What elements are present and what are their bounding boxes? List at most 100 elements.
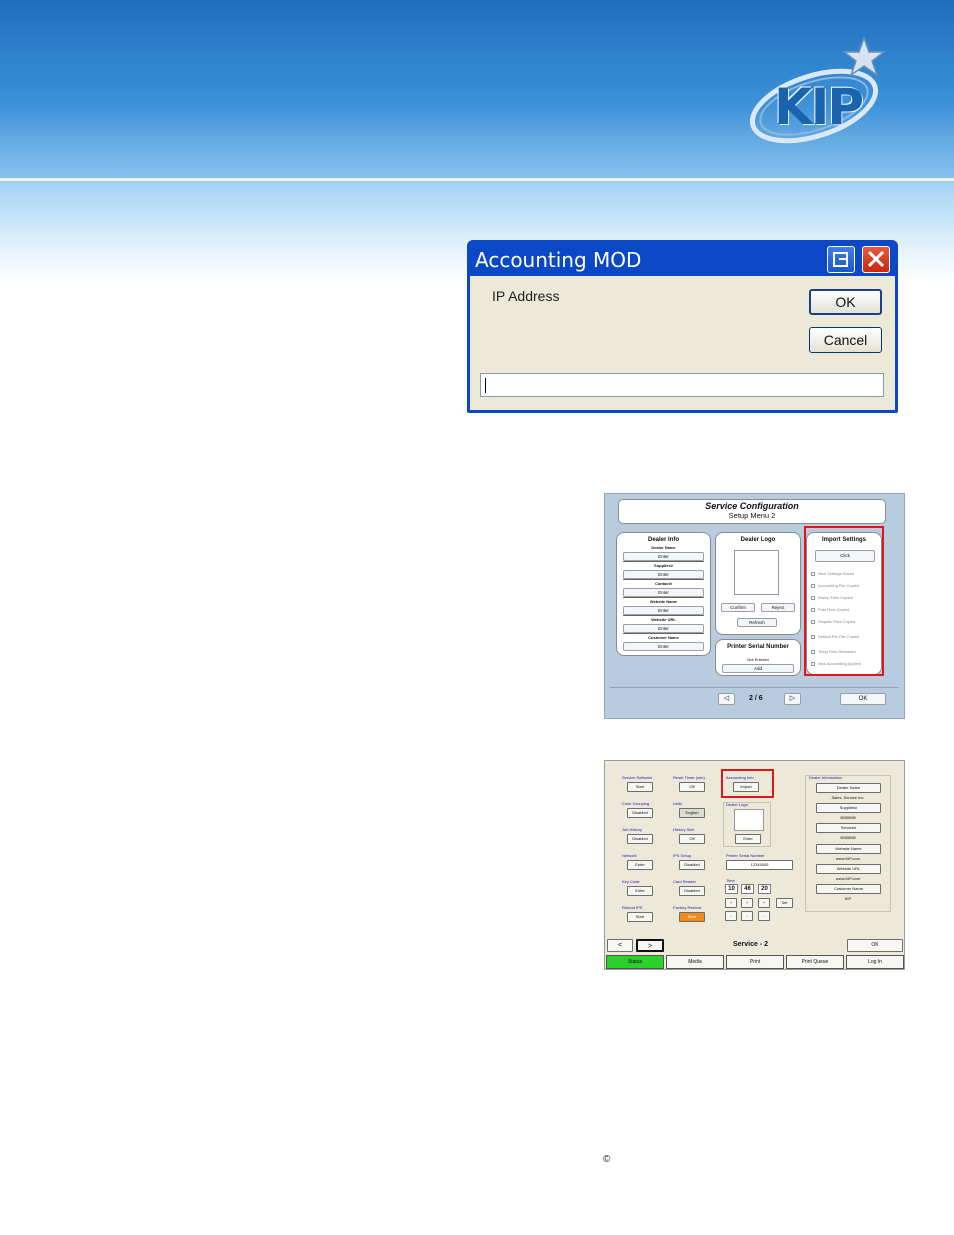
customer-name-value: KIP (844, 896, 852, 901)
job-history-label: Job History (622, 827, 643, 832)
customer-name-enter-button[interactable]: Enter (623, 642, 704, 651)
website-name-value: www.KIP.com (835, 856, 861, 861)
reboot-ips-label: Reboot IPS (622, 905, 643, 910)
hours-down-button[interactable]: - (725, 911, 737, 921)
accounting-dialog: Accounting MOD IP Address OK Cancel (467, 240, 898, 413)
dealer-logo-label: Dealer Logo (726, 802, 748, 807)
import-settings-highlight (804, 526, 884, 676)
supplies-button[interactable]: Supplies# (816, 803, 881, 813)
color-grouping-label: Color Grouping (622, 801, 650, 806)
dealer-logo-panel: Dealer Logo Confirm Reject Refresh (715, 532, 801, 635)
key-code-label: Key Code (622, 879, 640, 884)
reject-button[interactable]: Reject (761, 603, 795, 612)
service2-next-button[interactable]: > (636, 939, 664, 952)
logo-preview (734, 550, 779, 595)
ip-address-input[interactable] (480, 373, 884, 397)
cancel-button[interactable]: Cancel (809, 327, 882, 353)
service2-ok-button[interactable]: OK (847, 939, 903, 952)
dialog-body: IP Address OK Cancel (470, 276, 895, 410)
dealer-name-button[interactable]: Dealer Name (816, 783, 881, 793)
time-label: Time (726, 878, 735, 883)
website-url-button[interactable]: Website URL (816, 864, 881, 874)
hours-up-button[interactable]: + (725, 898, 737, 908)
printer-serial-add-button[interactable]: Add (722, 664, 794, 673)
dealer-info-panel: Dealer Info Dealer Name Enter Supplies# … (616, 532, 711, 656)
history-size-button[interactable]: Off (679, 834, 705, 844)
seconds-up-button[interactable]: + (758, 898, 770, 908)
service-button[interactable]: Service# (816, 823, 881, 833)
units-button[interactable]: English (679, 808, 705, 818)
time-minutes[interactable]: 46 (741, 884, 754, 894)
restore-icon (833, 252, 848, 267)
divider (623, 633, 704, 634)
key-code-button[interactable]: Enter (627, 886, 653, 896)
accounting-info-highlight (721, 769, 774, 798)
network-button[interactable]: Enter (627, 860, 653, 870)
minimize-button[interactable] (827, 246, 855, 273)
time-hours[interactable]: 10 (725, 884, 738, 894)
tab-print-queue[interactable]: Print Queue (786, 955, 844, 969)
seconds-down-button[interactable]: - (758, 911, 770, 921)
customer-name-label: Customer Name (648, 635, 679, 640)
website-name-button[interactable]: Website Name (816, 844, 881, 854)
dealer-information-title: Dealer Information (809, 775, 842, 780)
supplies-enter-button[interactable]: Enter (623, 570, 704, 579)
copyright-symbol: © (603, 1154, 611, 1165)
tab-print[interactable]: Print (726, 955, 784, 969)
divider (623, 597, 704, 598)
dealer-name-enter-button[interactable]: Enter (623, 552, 704, 561)
ips-setup-button[interactable]: Disabled (679, 860, 705, 870)
printer-serial-title: Printer Serial Number (727, 644, 789, 650)
logo-text: KIP (774, 78, 864, 136)
units-label: Units (673, 801, 683, 806)
service-2-screen: Service Software Start Color Grouping Di… (604, 760, 905, 970)
color-grouping-button[interactable]: Disabled (627, 808, 653, 818)
tab-log-in[interactable]: Log In (846, 955, 904, 969)
card-reader-button[interactable]: Disabled (679, 886, 705, 896)
refresh-button[interactable]: Refresh (737, 618, 777, 627)
reboot-ips-button[interactable]: Start (627, 912, 653, 922)
reset-timer-label: Reset Timer (min) (673, 775, 705, 780)
dealer-logo-group: Dealer Logo Enter (723, 802, 771, 847)
service-software-button[interactable]: Start (627, 782, 653, 792)
next-page-button[interactable]: ▷ (784, 693, 801, 705)
minutes-up-button[interactable]: + (741, 898, 753, 908)
dealer-logo-enter-button[interactable]: Enter (735, 834, 761, 844)
contact-enter-button[interactable]: Enter (623, 588, 704, 597)
history-size-label: History Size (673, 827, 695, 832)
supplies-value: 5555555 (840, 815, 856, 820)
dealer-logo-preview (734, 809, 764, 831)
service-software-label: Service Software (622, 775, 653, 780)
time-set-button[interactable]: Set (776, 898, 793, 908)
service-config-header: Service Configuration Setup Menu 2 (618, 499, 886, 524)
minutes-down-button[interactable]: - (741, 911, 753, 921)
website-url-enter-button[interactable]: Enter (623, 624, 704, 633)
prev-page-button[interactable]: ◁ (718, 693, 735, 705)
website-url-label: Website URL (651, 617, 676, 622)
customer-name-button[interactable]: Customer Name (816, 884, 881, 894)
printer-serial-panel: Printer Serial Number Not Entered Add (715, 639, 801, 676)
divider (623, 561, 704, 562)
close-icon (867, 250, 885, 268)
job-history-button[interactable]: Disabled (627, 834, 653, 844)
network-label: Network (622, 853, 637, 858)
confirm-button[interactable]: Confirm (721, 603, 755, 612)
contact-label: Contact# (654, 581, 673, 586)
service2-prev-button[interactable]: < (607, 939, 633, 952)
close-button[interactable] (862, 246, 890, 273)
tab-media[interactable]: Media (666, 955, 724, 969)
printer-serial-field[interactable]: 12345000 (726, 860, 793, 870)
tab-status[interactable]: Status (606, 955, 664, 969)
service-config-ok-button[interactable]: OK (840, 693, 886, 705)
website-name-label: Website Name (649, 599, 678, 604)
website-name-enter-button[interactable]: Enter (623, 606, 704, 615)
service-config-screen: Service Configuration Setup Menu 2 Deale… (604, 493, 905, 719)
time-seconds[interactable]: 20 (758, 884, 771, 894)
page: KIP Accounting MOD IP Address OK Cancel (0, 0, 954, 1235)
reset-timer-button[interactable]: Off (679, 782, 705, 792)
dialog-title: Accounting MOD (475, 248, 642, 272)
website-url-value: www.KIP.com (835, 876, 861, 881)
factory-restore-button[interactable]: Start (679, 912, 705, 922)
dealer-name-label: Dealer Name (651, 545, 676, 550)
ok-button[interactable]: OK (809, 289, 882, 315)
